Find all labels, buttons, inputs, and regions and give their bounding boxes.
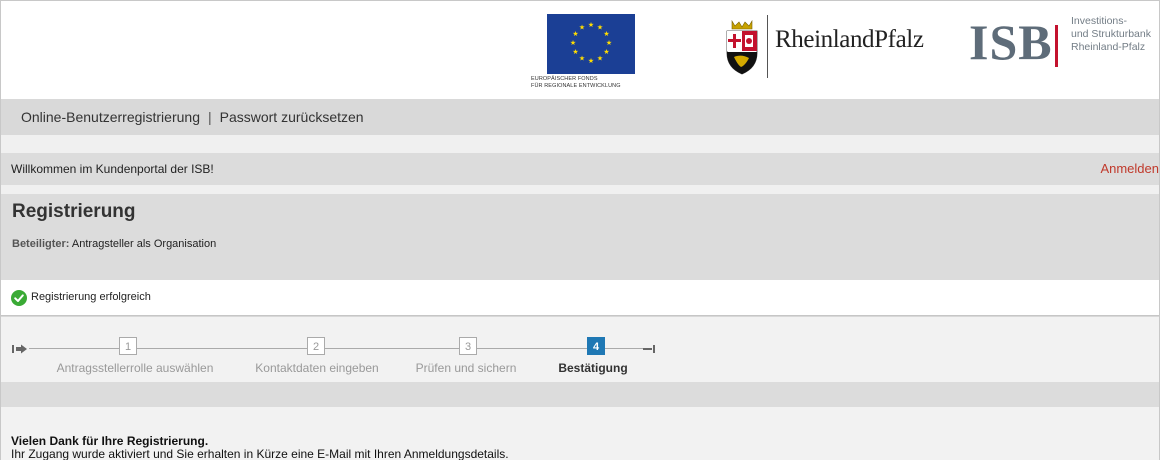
- isb-subtitle-line2: und Strukturbank: [1071, 28, 1151, 40]
- confirmation-title: Vielen Dank für Ihre Registrierung.: [11, 434, 209, 448]
- eu-logo: ★ ★ ★ ★ ★ ★ ★ ★ ★ ★ ★ ★ EUROPÄISCHER FON…: [531, 7, 651, 95]
- spacer: [1, 135, 1159, 153]
- eu-flag-icon: ★ ★ ★ ★ ★ ★ ★ ★ ★ ★ ★ ★: [547, 14, 635, 74]
- isb-subtitle-line1: Investitions-: [1071, 15, 1128, 27]
- step-connector: [325, 348, 459, 349]
- step-4-label: Bestätigung: [558, 361, 628, 375]
- eu-caption-line1: EUROPÄISCHER FONDS: [531, 76, 598, 82]
- step-end-icon: [643, 345, 655, 353]
- confirmation-text: Ihr Zugang wurde aktiviert und Sie erhal…: [11, 447, 509, 460]
- participant-label: Beteiligter:: [12, 238, 70, 250]
- rlp-name: RheinlandPfalz: [775, 26, 924, 53]
- participant-panel: Beteiligter: Antragsteller als Organisat…: [1, 230, 1159, 280]
- nav-links: Online-Benutzerregistrierung | Passwort zu…: [21, 109, 364, 125]
- section-divider-band: [1, 382, 1159, 407]
- svg-text:★: ★: [588, 57, 594, 65]
- nav-link-reset-password[interactable]: Passwort zurücksetzen: [220, 109, 364, 125]
- rlp-logo: RheinlandPfalz: [725, 15, 925, 81]
- participant-line: Beteiligter: Antragsteller als Organisat…: [12, 238, 216, 250]
- step-start-icon: [12, 344, 27, 354]
- step-connector: [29, 348, 119, 349]
- rlp-crest-icon: [726, 19, 758, 75]
- step-1-box[interactable]: 1: [119, 337, 137, 355]
- success-message-bar: Registrierung erfolgreich: [1, 281, 1159, 316]
- welcome-bar: Willkommen im Kundenportal der ISB! Anme…: [1, 153, 1159, 185]
- step-3-label: Prüfen und sichern: [415, 361, 517, 375]
- svg-text:★: ★: [572, 30, 578, 38]
- step-2-box[interactable]: 2: [307, 337, 325, 355]
- rlp-separator: [767, 15, 768, 78]
- logo-header: ★ ★ ★ ★ ★ ★ ★ ★ ★ ★ ★ ★ EUROPÄISCHER FON…: [1, 1, 1159, 99]
- isb-subtitle: Investitions- und Strukturbank Rheinland…: [1071, 15, 1151, 54]
- svg-text:★: ★: [588, 21, 594, 29]
- svg-text:★: ★: [597, 24, 603, 32]
- isb-red-bar: [1055, 25, 1058, 67]
- page-title-bar: Registrierung: [1, 194, 1159, 230]
- spacer: [1, 185, 1159, 194]
- step-connector: [477, 348, 587, 349]
- svg-text:★: ★: [579, 24, 585, 32]
- isb-logo: ISB Investitions- und Strukturbank Rhein…: [969, 15, 1159, 75]
- eu-caption-line2: FÜR REGIONALE ENTWICKLUNG: [531, 83, 621, 89]
- svg-text:★: ★: [579, 55, 585, 63]
- login-link[interactable]: Anmelden: [1100, 161, 1159, 176]
- page-frame: ★ ★ ★ ★ ★ ★ ★ ★ ★ ★ ★ ★ EUROPÄISCHER FON…: [0, 0, 1160, 460]
- step-2-label: Kontaktdaten eingeben: [255, 361, 379, 375]
- step-4-box[interactable]: 4: [587, 337, 605, 355]
- svg-text:★: ★: [572, 48, 578, 56]
- nav-separator: |: [207, 109, 212, 125]
- step-connector: [137, 348, 307, 349]
- nav-link-registration[interactable]: Online-Benutzerregistrierung: [21, 109, 200, 125]
- top-navbar: Online-Benutzerregistrierung | Passwort zu…: [1, 99, 1159, 135]
- page-title: Registrierung: [12, 201, 136, 222]
- check-circle-icon: [11, 290, 27, 306]
- welcome-text: Willkommen im Kundenportal der ISB!: [11, 162, 214, 176]
- step-1-label: Antragsstellerrolle auswählen: [56, 361, 214, 375]
- progress-stepper: 1 2 3 4 Antragsstellerrolle auswählen Ko…: [1, 316, 1159, 383]
- svg-text:★: ★: [603, 48, 609, 56]
- isb-subtitle-line3: Rheinland-Pfalz: [1071, 41, 1146, 53]
- svg-text:★: ★: [570, 39, 576, 47]
- step-3-box[interactable]: 3: [459, 337, 477, 355]
- svg-text:★: ★: [603, 30, 609, 38]
- confirmation-content: Vielen Dank für Ihre Registrierung. Ihr …: [1, 407, 1159, 460]
- participant-value: Antragsteller als Organisation: [71, 238, 217, 250]
- isb-wordmark: ISB: [969, 14, 1053, 70]
- svg-text:★: ★: [597, 55, 603, 63]
- success-text: Registrierung erfolgreich: [31, 291, 151, 303]
- svg-text:★: ★: [606, 39, 612, 47]
